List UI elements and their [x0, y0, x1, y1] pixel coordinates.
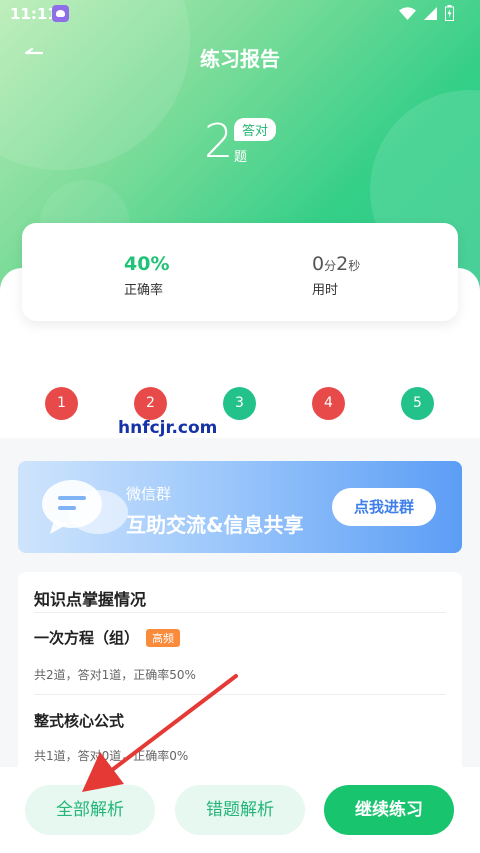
knowledge-item-desc: 共2道，答对1道，正确率50%	[34, 668, 196, 682]
stats-card: 40% 正确率 0分2秒 用时	[22, 223, 458, 321]
question-dot-5[interactable]: 5	[401, 387, 434, 420]
correct-count: 2 答对 题	[204, 118, 277, 165]
banner-title: 微信群	[126, 485, 172, 503]
watermark-text: hnfcjr.com	[118, 418, 218, 438]
join-group-button[interactable]: 点我进群	[332, 488, 436, 526]
continue-practice-button[interactable]: 继续练习	[324, 785, 454, 835]
divider	[34, 694, 446, 695]
time-value: 0分2秒	[312, 253, 360, 275]
all-analysis-button[interactable]: 全部解析	[25, 785, 155, 835]
accuracy-label: 正确率	[124, 283, 164, 298]
page-title: 练习报告	[200, 47, 280, 71]
correct-count-unit: 题	[234, 150, 248, 165]
time-label: 用时	[312, 283, 339, 298]
app-notification-icon	[52, 5, 69, 22]
knowledge-title: 知识点掌握情况	[34, 590, 147, 609]
status-time: 11:11	[10, 5, 58, 23]
time-minutes: 0	[312, 253, 325, 275]
bottom-action-bar: 全部解析 错题解析 继续练习	[0, 767, 480, 853]
knowledge-mastery-card: 知识点掌握情况 一次方程（组） 高频 共2道，答对1道，正确率50% 整式核心公…	[18, 572, 462, 792]
question-result-list: 1 2 3 4 5	[0, 387, 480, 421]
signal-icon	[424, 6, 437, 20]
wifi-icon	[399, 6, 416, 20]
wechat-group-banner[interactable]: 微信群 互助交流&信息共享 点我进群	[18, 461, 462, 553]
high-frequency-tag: 高频	[146, 629, 180, 647]
chat-bubble-icon	[42, 480, 128, 534]
time-stat: 0分2秒 用时	[312, 253, 360, 298]
time-minutes-unit: 分	[324, 259, 337, 273]
divider	[34, 612, 446, 613]
time-seconds-unit: 秒	[348, 259, 361, 273]
wrong-analysis-button[interactable]: 错题解析	[175, 785, 305, 835]
question-dot-3[interactable]: 3	[223, 387, 256, 420]
accuracy-stat: 40% 正确率	[124, 253, 169, 298]
correct-badge: 答对	[234, 118, 277, 141]
correct-count-number: 2	[204, 114, 234, 168]
banner-subtitle: 互助交流&信息共享	[126, 513, 304, 537]
question-dot-4[interactable]: 4	[312, 387, 345, 420]
question-dot-1[interactable]: 1	[45, 387, 78, 420]
status-bar: 11:11	[0, 0, 480, 28]
knowledge-item-desc: 共1道，答对0道，正确率0%	[34, 749, 189, 763]
question-dot-2[interactable]: 2	[134, 387, 167, 420]
accuracy-value: 40%	[124, 253, 170, 275]
knowledge-item-name: 整式核心公式	[34, 712, 125, 730]
battery-icon	[445, 5, 454, 21]
knowledge-item-name: 一次方程（组）	[34, 629, 140, 647]
time-seconds: 2	[336, 253, 349, 275]
